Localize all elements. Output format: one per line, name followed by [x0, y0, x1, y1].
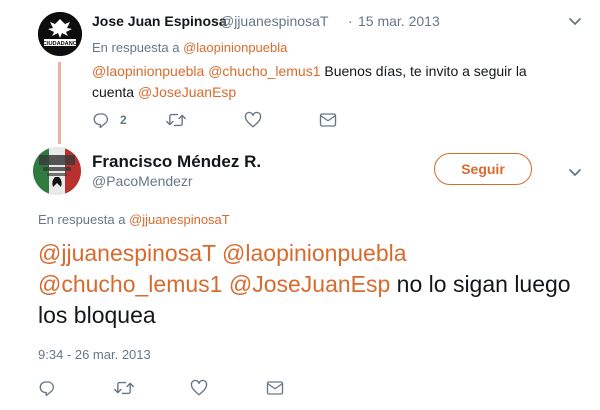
- svg-text:CIUDADANO: CIUDADANO: [43, 41, 78, 47]
- message-icon: [266, 380, 284, 396]
- parent-reply-context: En respuesta a @laopinionpuebla: [92, 40, 287, 55]
- parent-display-name[interactable]: Jose Juan Espinosa: [92, 13, 227, 29]
- mention-link[interactable]: @jjuanespinosaT: [38, 240, 216, 266]
- parent-actions: 2: [92, 110, 352, 130]
- mention-link[interactable]: @laopinionpuebla: [222, 240, 407, 266]
- reply-button[interactable]: 2: [92, 110, 127, 130]
- message-button[interactable]: [319, 110, 337, 130]
- main-tweet-text: @jjuanespinosaT @laopinionpuebla @chucho…: [38, 238, 578, 331]
- retweet-button[interactable]: [114, 378, 134, 398]
- reply-count: 2: [120, 113, 127, 127]
- reply-prefix: En respuesta a: [38, 212, 126, 227]
- parent-tweet-text: @laopinionpuebla @chucho_lemus1 Buenos d…: [92, 61, 562, 103]
- like-button[interactable]: [190, 378, 208, 398]
- avatar-francisco-mendez[interactable]: [33, 147, 81, 195]
- message-button[interactable]: [266, 378, 284, 398]
- mention-link[interactable]: @chucho_lemus1: [38, 271, 222, 297]
- follow-button[interactable]: Seguir: [434, 153, 532, 185]
- message-icon: [319, 112, 337, 128]
- author-display-name[interactable]: Francisco Méndez R.: [92, 152, 261, 172]
- reply-to-link[interactable]: @laopinionpuebla: [183, 40, 287, 55]
- mention-link[interactable]: @laopinionpuebla: [92, 63, 204, 79]
- main-reply-context: En respuesta a @jjuanespinosaT: [38, 212, 230, 227]
- author-handle[interactable]: @PacoMendezr: [92, 173, 193, 189]
- chevron-down-icon[interactable]: [568, 14, 582, 25]
- parent-date[interactable]: 15 mar. 2013: [358, 13, 440, 29]
- like-button[interactable]: [244, 110, 262, 130]
- tweet-timestamp[interactable]: 9:34 - 26 mar. 2013: [38, 347, 151, 362]
- like-icon: [244, 111, 262, 129]
- reply-icon: [38, 379, 56, 397]
- avatar-jose-juan-espinosa[interactable]: CIUDADANO: [38, 12, 82, 56]
- reply-button[interactable]: [38, 378, 56, 398]
- retweet-icon: [114, 379, 134, 397]
- mention-link[interactable]: @JoseJuanEsp: [138, 84, 236, 100]
- parent-handle[interactable]: @jjuanespinosaT: [220, 13, 328, 29]
- thread-connector: [58, 62, 61, 144]
- reply-icon: [92, 111, 110, 129]
- chevron-down-icon[interactable]: [568, 165, 582, 176]
- main-actions: [38, 378, 298, 398]
- mention-link[interactable]: @chucho_lemus1: [208, 63, 320, 79]
- like-icon: [190, 379, 208, 397]
- retweet-button[interactable]: [166, 110, 186, 130]
- reply-prefix: En respuesta a: [92, 40, 180, 55]
- reply-to-link[interactable]: @jjuanespinosaT: [129, 212, 230, 227]
- retweet-icon: [166, 111, 186, 129]
- separator-dot: ·: [348, 13, 353, 29]
- mention-link[interactable]: @JoseJuanEsp: [229, 271, 390, 297]
